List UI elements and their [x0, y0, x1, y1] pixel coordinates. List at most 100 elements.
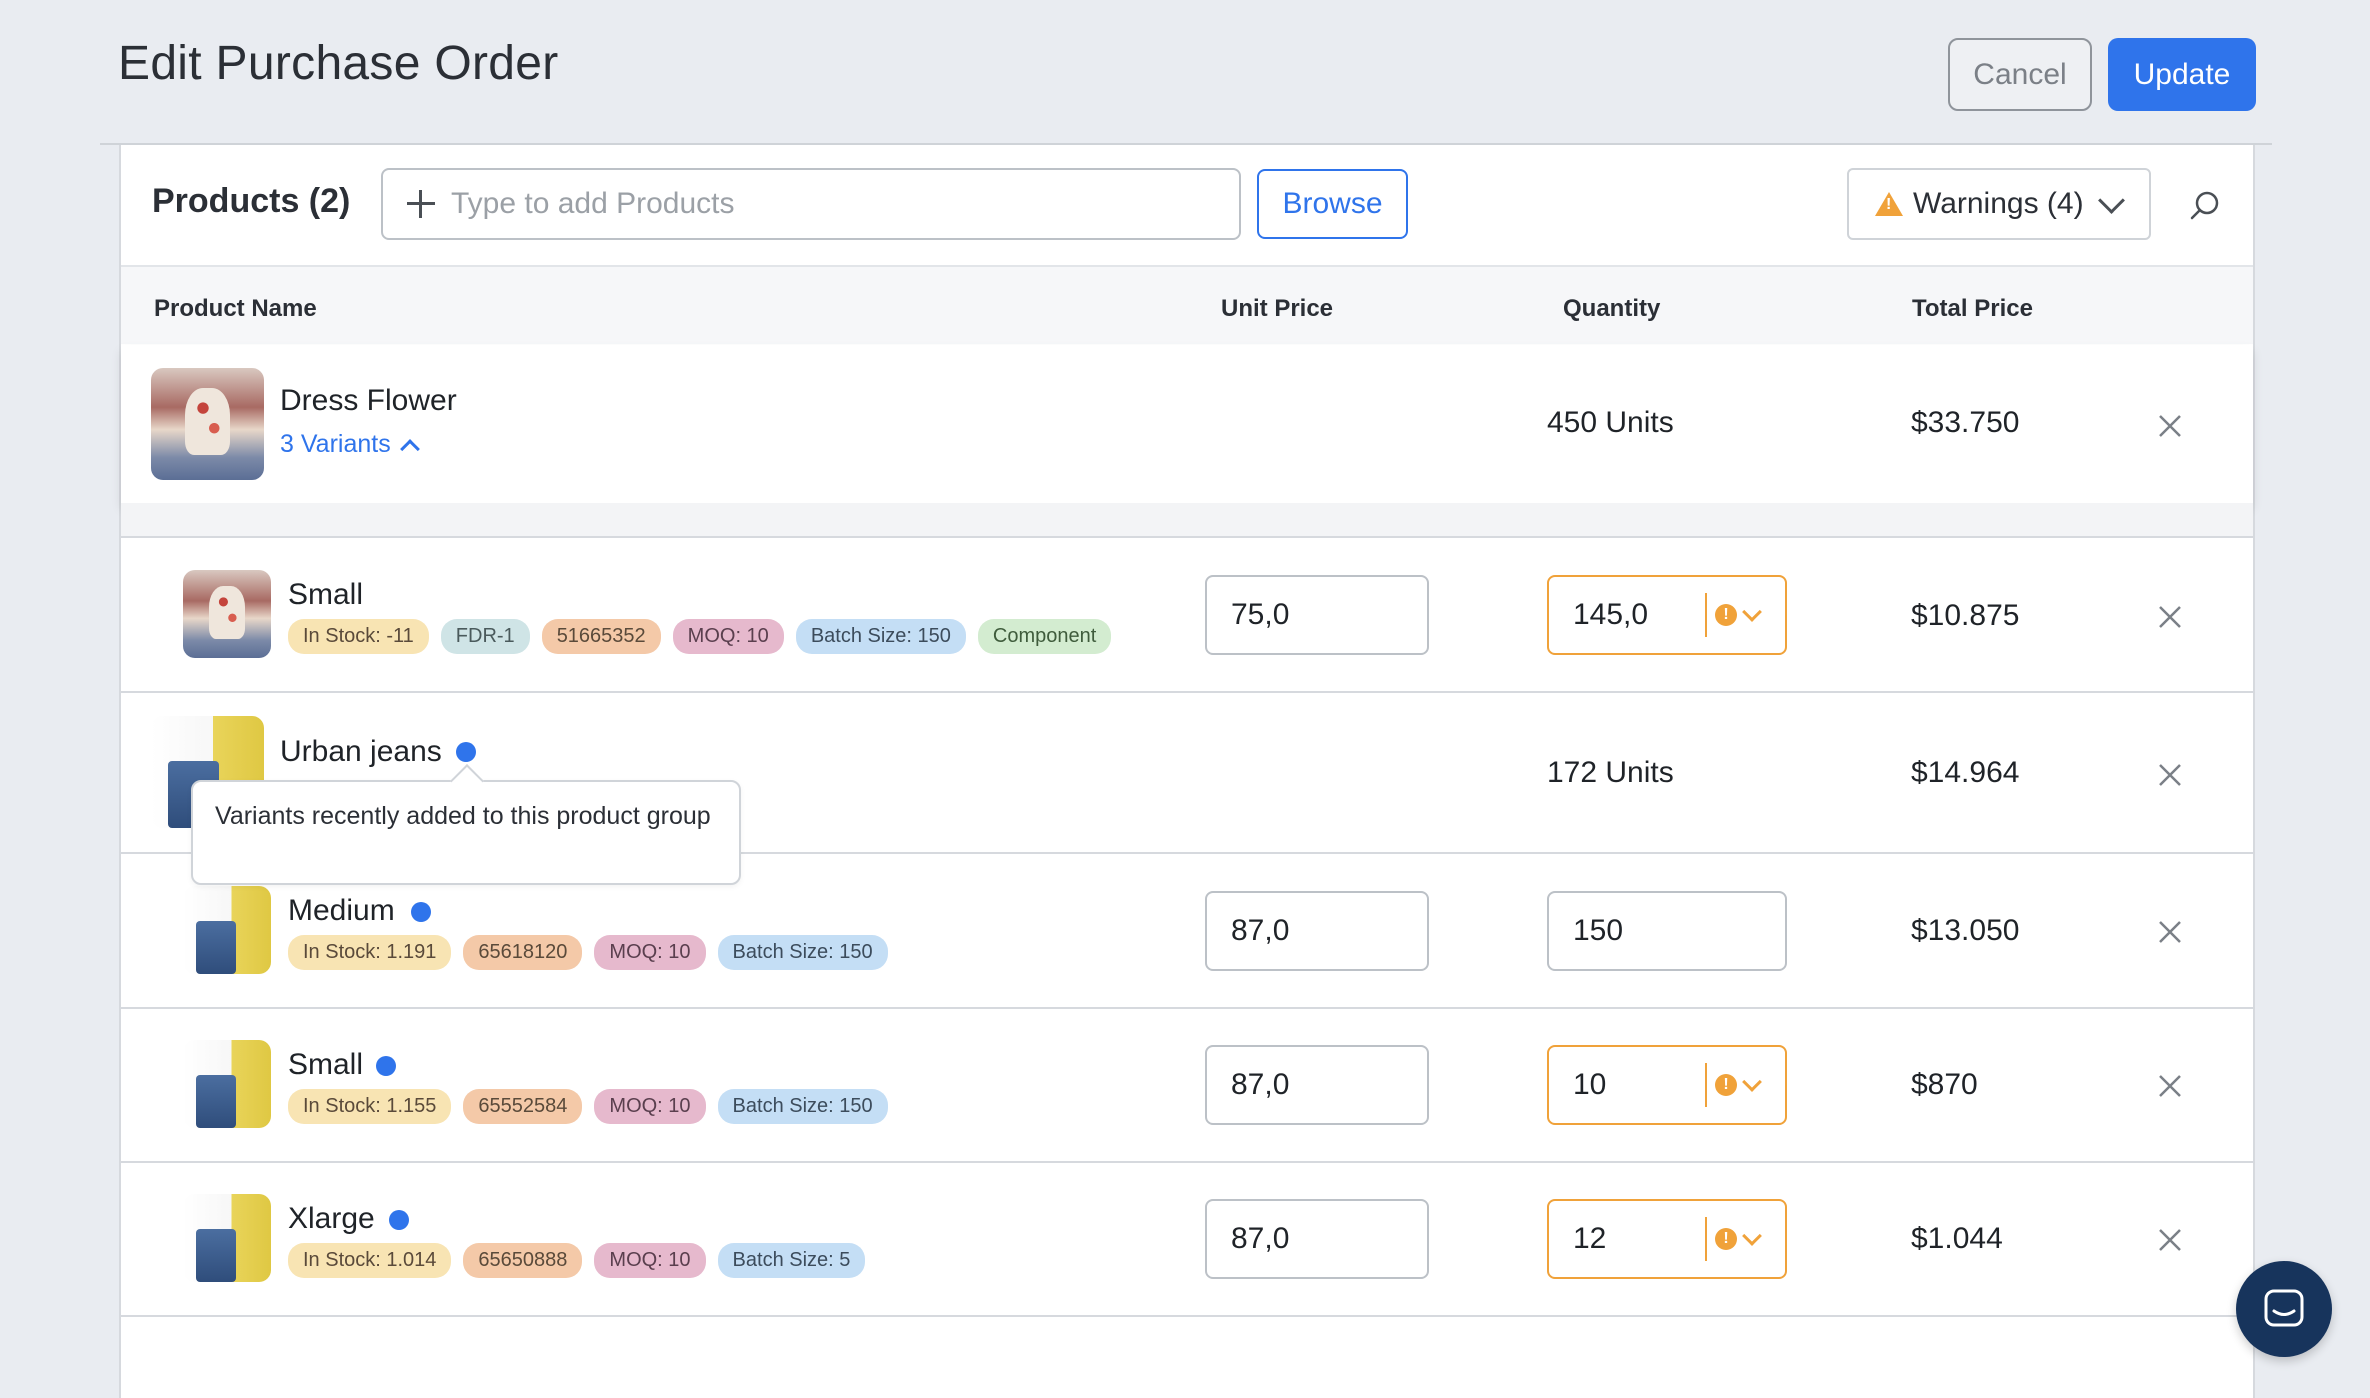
warning-icon: ! [1715, 1074, 1737, 1096]
variant-tags: In Stock: -11 FDR-1 51665352 MOQ: 10 Bat… [288, 619, 1112, 654]
update-button[interactable]: Update [2108, 38, 2256, 111]
batch-size-badge: Batch Size: 150 [795, 619, 966, 654]
quantity-value: 145,0 [1573, 598, 1649, 631]
row-spacer [121, 503, 2253, 537]
chevron-up-icon [399, 438, 420, 459]
new-variants-dot-icon[interactable] [456, 742, 476, 762]
variant-total: $10.875 [1911, 599, 2020, 632]
remove-icon[interactable] [2158, 605, 2182, 629]
variant-tags: In Stock: 1.014 65650888 MOQ: 10 Batch S… [288, 1243, 866, 1278]
warning-icon: ! [1715, 1228, 1737, 1250]
remove-icon[interactable] [2158, 763, 2182, 787]
divider [121, 1315, 2253, 1317]
quantity-input[interactable]: 10 ! [1547, 1045, 1787, 1125]
add-products-field[interactable] [381, 168, 1241, 240]
barcode-badge: 65618120 [463, 935, 583, 970]
variants-toggle[interactable]: 3 Variants [280, 430, 420, 459]
remove-icon[interactable] [2158, 414, 2182, 438]
sku-badge: FDR-1 [440, 619, 530, 654]
warnings-label: Warnings (4) [1913, 187, 2084, 220]
quantity-value: 12 [1573, 1222, 1607, 1255]
stock-badge: In Stock: 1.155 [288, 1089, 452, 1124]
unit-price-input[interactable]: 87,0 [1205, 1199, 1429, 1279]
variant-name: Medium [288, 894, 395, 927]
add-products-input[interactable] [449, 186, 1153, 222]
variant-thumbnail [183, 570, 271, 658]
col-product-name: Product Name [154, 295, 317, 322]
chevron-down-icon [2097, 186, 2125, 214]
chevron-down-icon [1742, 1226, 1762, 1246]
quantity-input[interactable]: 145,0 ! [1547, 575, 1787, 655]
stock-badge: In Stock: 1.014 [288, 1243, 452, 1278]
col-total-price: Total Price [1912, 295, 2033, 322]
product-total: $14.964 [1911, 756, 2020, 789]
moq-badge: MOQ: 10 [594, 935, 706, 970]
divider [100, 143, 2272, 145]
batch-size-badge: Batch Size: 5 [717, 1243, 866, 1278]
variants-link-label: 3 Variants [280, 430, 391, 458]
stock-badge: In Stock: -11 [288, 619, 429, 654]
plus-icon [403, 186, 439, 222]
remove-icon[interactable] [2158, 920, 2182, 944]
variant-name: Small [288, 1048, 364, 1081]
warning-icon [1875, 192, 1903, 216]
product-total: $33.750 [1911, 406, 2020, 439]
variant-tags: In Stock: 1.155 65552584 MOQ: 10 Batch S… [288, 1089, 888, 1124]
component-badge: Component [977, 619, 1112, 654]
divider [121, 1007, 2253, 1009]
chevron-down-icon [1742, 1072, 1762, 1092]
col-unit-price: Unit Price [1221, 295, 1334, 322]
new-variant-dot-icon [376, 1056, 396, 1076]
variant-tags: In Stock: 1.191 65618120 MOQ: 10 Batch S… [288, 935, 888, 970]
browse-button[interactable]: Browse [1257, 169, 1408, 239]
stock-badge: In Stock: 1.191 [288, 935, 452, 970]
product-quantity: 172 Units [1547, 756, 1674, 789]
variant-thumbnail [183, 886, 271, 974]
moq-badge: MOQ: 10 [594, 1243, 706, 1278]
search-icon[interactable] [2190, 190, 2220, 220]
chevron-down-icon [1742, 602, 1762, 622]
quantity-warning-dropdown[interactable]: ! [1705, 577, 1785, 653]
product-name: Dress Flower [280, 384, 457, 417]
remove-icon[interactable] [2158, 1074, 2182, 1098]
batch-size-badge: Batch Size: 150 [717, 1089, 888, 1124]
product-name: Urban jeans [280, 735, 442, 768]
product-quantity: 450 Units [1547, 406, 1674, 439]
variant-total: $870 [1911, 1068, 1978, 1101]
product-thumbnail [151, 368, 264, 480]
divider [121, 1161, 2253, 1163]
barcode-badge: 65552584 [463, 1089, 583, 1124]
moq-badge: MOQ: 10 [594, 1089, 706, 1124]
divider [121, 691, 2253, 693]
quantity-value: 10 [1573, 1068, 1607, 1101]
variant-thumbnail [183, 1194, 271, 1282]
chat-icon [2264, 1289, 2304, 1327]
quantity-warning-dropdown[interactable]: ! [1705, 1201, 1785, 1277]
cancel-button[interactable]: Cancel [1948, 38, 2092, 111]
new-variant-dot-icon [411, 902, 431, 922]
unit-price-input[interactable]: 87,0 [1205, 891, 1429, 971]
warnings-dropdown[interactable]: Warnings (4) [1847, 168, 2151, 240]
barcode-badge: 65650888 [463, 1243, 583, 1278]
page-title: Edit Purchase Order [118, 37, 559, 90]
tooltip: Variants recently added to this product … [191, 780, 741, 885]
variant-thumbnail [183, 1040, 271, 1128]
new-variant-dot-icon [389, 1210, 409, 1230]
quantity-warning-dropdown[interactable]: ! [1705, 1047, 1785, 1123]
moq-badge: MOQ: 10 [672, 619, 784, 654]
unit-price-input[interactable]: 87,0 [1205, 1045, 1429, 1125]
barcode-badge: 51665352 [541, 619, 661, 654]
quantity-input[interactable]: 150 [1547, 891, 1787, 971]
divider [121, 536, 2253, 538]
remove-icon[interactable] [2158, 1228, 2182, 1252]
variant-name: Xlarge [288, 1202, 375, 1235]
quantity-input[interactable]: 12 ! [1547, 1199, 1787, 1279]
products-count-title: Products (2) [152, 182, 351, 220]
variant-name: Small [288, 578, 364, 611]
variant-total: $13.050 [1911, 914, 2020, 947]
unit-price-input[interactable]: 75,0 [1205, 575, 1429, 655]
warning-icon: ! [1715, 604, 1737, 626]
variant-total: $1.044 [1911, 1222, 2003, 1255]
batch-size-badge: Batch Size: 150 [717, 935, 888, 970]
chat-launcher-button[interactable] [2236, 1261, 2332, 1357]
